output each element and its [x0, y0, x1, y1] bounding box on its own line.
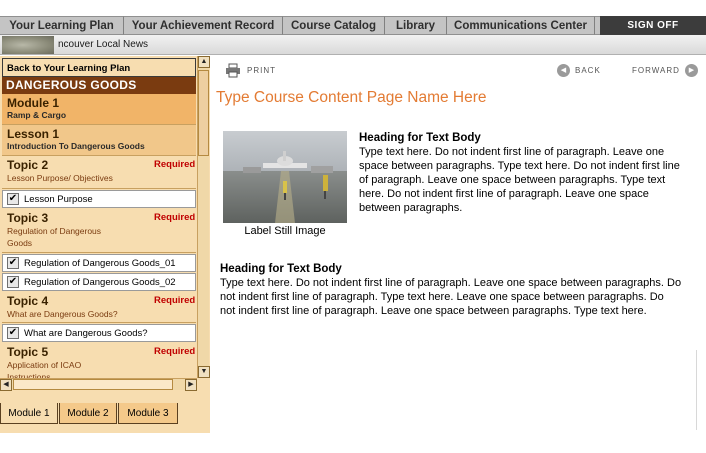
item-label: Regulation of Dangerous Goods_02 — [24, 276, 176, 288]
required-badge: Required — [154, 212, 196, 223]
outline-topic-3[interactable]: Topic 3 Regulation of Dangerous Goods Re… — [2, 209, 196, 253]
content-area — [211, 55, 695, 435]
image-caption: Label Still Image — [244, 225, 326, 237]
forward-button[interactable]: FORWARD ▶ — [627, 63, 698, 78]
scroll-down-arrow-icon[interactable]: ▼ — [198, 366, 210, 378]
checkbox-checked-icon: ✔ — [7, 257, 19, 269]
lesson-subtitle: Introduction To Dangerous Goods — [7, 141, 145, 151]
back-to-learning-plan-link[interactable]: Back to Your Learning Plan — [2, 58, 196, 77]
outline-topic-2[interactable]: Topic 2 Lesson Purpose/ Objectives Requi… — [2, 156, 196, 189]
tab-module-3[interactable]: Module 3 — [118, 403, 178, 424]
topic-subtitle: What are Dangerous Goods? — [7, 309, 118, 319]
content-toolbar: PRINT ◀ BACK FORWARD ▶ — [222, 63, 698, 79]
arrow-right-icon: ▶ — [684, 64, 698, 77]
checkbox-checked-icon: ✔ — [7, 327, 19, 339]
scroll-left-arrow-icon[interactable]: ◀ — [0, 379, 12, 391]
section-heading: Heading for Text Body — [220, 263, 342, 275]
course-outline-sidebar: Back to Your Learning Plan DANGEROUS GOO… — [0, 56, 210, 433]
outline-topic-4[interactable]: Topic 4 What are Dangerous Goods? Requir… — [2, 292, 196, 323]
outline-horizontal-scrollbar[interactable]: ◀ ▶ — [0, 378, 197, 391]
required-badge: Required — [154, 295, 196, 306]
required-badge: Required — [154, 159, 196, 170]
back-button[interactable]: ◀ BACK — [557, 63, 606, 78]
tab-communications-center[interactable]: Communications Center — [447, 16, 595, 35]
outline-item-regulation-01[interactable]: ✔ Regulation of Dangerous Goods_01 — [2, 254, 196, 272]
checkbox-checked-icon: ✔ — [7, 276, 19, 288]
checkbox-checked-icon: ✔ — [7, 193, 19, 205]
item-label: What are Dangerous Goods? — [24, 327, 148, 339]
item-label: Regulation of Dangerous Goods_01 — [24, 257, 176, 269]
page-title: Type Course Content Page Name Here — [216, 89, 487, 106]
course-title: DANGEROUS GOODS — [2, 77, 196, 94]
outline-module-1[interactable]: Module 1 Ramp & Cargo — [2, 94, 196, 125]
divider — [696, 350, 697, 430]
topic-subtitle: Lesson Purpose/ Objectives — [7, 173, 113, 183]
scrollbar-thumb[interactable] — [13, 379, 173, 390]
main-tabs: Your Learning Plan Your Achievement Reco… — [0, 16, 706, 35]
section-text: Type text here. Do not indent first line… — [220, 277, 682, 317]
printer-icon[interactable] — [225, 63, 241, 78]
scroll-up-arrow-icon[interactable]: ▲ — [198, 56, 210, 68]
outline-list: Back to Your Learning Plan DANGEROUS GOO… — [2, 58, 196, 433]
tab-module-1[interactable]: Module 1 — [0, 403, 58, 424]
module-title: Module 1 — [7, 96, 60, 110]
tab-your-learning-plan[interactable]: Your Learning Plan — [0, 16, 124, 35]
arrow-left-icon: ◀ — [557, 64, 570, 77]
outline-vertical-scrollbar[interactable]: ▲ ▼ — [197, 56, 210, 378]
back-label: BACK — [575, 66, 601, 75]
section-heading: Heading for Text Body — [359, 132, 481, 144]
outline-item-regulation-02[interactable]: ✔ Regulation of Dangerous Goods_02 — [2, 273, 196, 291]
local-news-bar: ncouver Local News — [0, 35, 706, 55]
scrollbar-thumb[interactable] — [198, 70, 209, 156]
tab-your-achievement-record[interactable]: Your Achievement Record — [124, 16, 283, 35]
print-button[interactable]: PRINT — [247, 66, 276, 75]
local-news-link[interactable]: ncouver Local News — [58, 39, 148, 50]
world-map-icon — [2, 36, 54, 54]
lesson-title: Lesson 1 — [7, 127, 60, 141]
section-text: Type text here. Do not indent first line… — [359, 146, 680, 214]
scroll-right-arrow-icon[interactable]: ▶ — [185, 379, 197, 391]
item-label: Lesson Purpose — [24, 193, 93, 205]
tab-course-catalog[interactable]: Course Catalog — [283, 16, 385, 35]
forward-label: FORWARD — [632, 66, 680, 75]
required-badge: Required — [154, 346, 196, 357]
outline-item-what-are-dangerous-goods[interactable]: ✔ What are Dangerous Goods? — [2, 324, 196, 342]
still-image — [223, 131, 347, 223]
tab-module-2[interactable]: Module 2 — [59, 403, 117, 424]
module-tabs: Module 1 Module 2 Module 3 — [0, 403, 210, 424]
sign-off-button[interactable]: SIGN OFF — [600, 16, 706, 35]
outline-lesson-1[interactable]: Lesson 1 Introduction To Dangerous Goods — [2, 125, 196, 156]
top-navigation: Your Learning Plan Your Achievement Reco… — [0, 0, 706, 35]
module-subtitle: Ramp & Cargo — [7, 110, 67, 120]
tab-library[interactable]: Library — [385, 16, 447, 35]
topic-subtitle: Regulation of Dangerous Goods — [7, 226, 102, 248]
outline-item-lesson-purpose[interactable]: ✔ Lesson Purpose — [2, 190, 196, 208]
